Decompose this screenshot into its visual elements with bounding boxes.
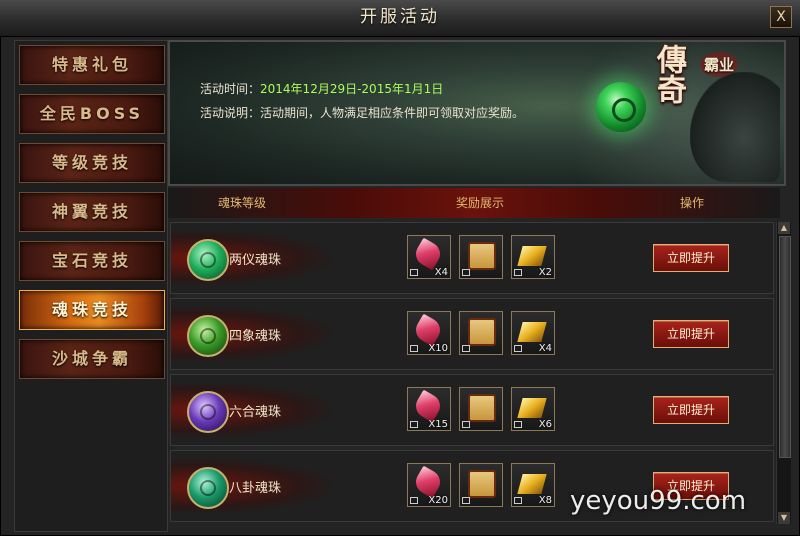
bind-icon [462, 269, 470, 276]
sidebar-item-label: 神翼竞技 [51, 202, 132, 221]
orb-name: 四象魂珠 [229, 329, 282, 344]
scrollbar-thumb[interactable] [779, 236, 791, 458]
gem-icon [411, 237, 445, 271]
activity-desc-value: 活动期间，人物满足相应条件即可领取对应奖励。 [260, 106, 525, 120]
reward-scroll[interactable] [459, 235, 503, 279]
bind-icon [514, 421, 522, 428]
reward-count: X4 [434, 267, 448, 278]
header-rewards: 奖励展示 [456, 196, 505, 210]
gem-icon [411, 465, 445, 499]
gem-icon [411, 389, 445, 423]
reward-gold[interactable]: X4 [511, 311, 555, 355]
sidebar-item-wing-contest[interactable]: 神翼竞技 [19, 192, 165, 232]
bind-icon [410, 269, 418, 276]
orb-name: 两仪魂珠 [229, 253, 282, 268]
table-row: 两仪魂珠 X4 X2 立即提升 [170, 222, 774, 294]
window-title: 开服活动 [360, 7, 440, 27]
reward-scroll[interactable] [459, 463, 503, 507]
sidebar: 特惠礼包 全民BOSS 等级竞技 神翼竞技 宝石竞技 魂珠竞技 沙城争霸 [14, 40, 168, 532]
table-row: 六合魂珠 X15 X6 立即提升 [170, 374, 774, 446]
reward-count: X20 [428, 495, 448, 506]
scroll-icon [468, 318, 496, 346]
activity-time-value: 2014年12月29日-2015年1月1日 [260, 82, 444, 96]
reward-count: X2 [538, 267, 552, 278]
title-bar: 开服活动 X [0, 0, 800, 37]
close-button[interactable]: X [770, 6, 792, 28]
sidebar-item-soul-orb-contest[interactable]: 魂珠竞技 [19, 290, 165, 330]
soul-orb-icon [187, 391, 229, 433]
reward-scroll[interactable] [459, 311, 503, 355]
scroll-up-icon[interactable]: ▲ [778, 222, 790, 234]
sidebar-item-label: 特惠礼包 [51, 55, 132, 74]
reward-gem[interactable]: X4 [407, 235, 451, 279]
orb-name: 六合魂珠 [229, 405, 282, 420]
gem-icon [411, 313, 445, 347]
scroll-icon [468, 242, 496, 270]
sidebar-item-castle-war[interactable]: 沙城争霸 [19, 339, 165, 379]
bind-icon [462, 345, 470, 352]
scroll-down-icon[interactable]: ▼ [778, 512, 790, 524]
sidebar-item-label: 魂珠竞技 [51, 300, 132, 319]
upgrade-button[interactable]: 立即提升 [653, 396, 729, 424]
reward-count: X8 [538, 495, 552, 506]
activity-banner: 傳奇 霸业 活动时间：2014年12月29日-2015年1月1日 活动说明：活动… [168, 40, 786, 186]
bind-icon [514, 269, 522, 276]
header-action: 操作 [680, 196, 705, 210]
activity-time: 活动时间：2014年12月29日-2015年1月1日 [200, 80, 443, 97]
scrollbar[interactable]: ▲ ▼ [776, 222, 791, 524]
bind-icon [462, 421, 470, 428]
soul-orb-icon [187, 239, 229, 281]
sidebar-item-special-gift[interactable]: 特惠礼包 [19, 45, 165, 85]
sidebar-item-label: 宝石竞技 [51, 251, 132, 270]
bind-icon [410, 421, 418, 428]
soul-orb-icon [187, 467, 229, 509]
reward-gold[interactable]: X8 [511, 463, 555, 507]
sidebar-item-level-contest[interactable]: 等级竞技 [19, 143, 165, 183]
activity-window: 开服活动 X 特惠礼包 全民BOSS 等级竞技 神翼竞技 宝石竞技 魂珠竞技 沙… [0, 0, 800, 536]
sidebar-item-label: 等级竞技 [51, 153, 132, 172]
sidebar-item-label: 沙城争霸 [51, 349, 132, 368]
gold-ingot-icon [517, 246, 547, 266]
reward-scroll[interactable] [459, 387, 503, 431]
sidebar-item-gem-contest[interactable]: 宝石竞技 [19, 241, 165, 281]
soul-orb-icon [596, 82, 646, 132]
bind-icon [410, 497, 418, 504]
table-header: 魂珠等级 奖励展示 操作 [168, 188, 780, 218]
gold-ingot-icon [517, 322, 547, 342]
game-logo: 傳奇 霸业 [648, 42, 758, 120]
bind-icon [514, 497, 522, 504]
scroll-icon [468, 470, 496, 498]
gold-ingot-icon [517, 474, 547, 494]
reward-gem[interactable]: X15 [407, 387, 451, 431]
header-level: 魂珠等级 [218, 196, 267, 210]
scroll-icon [468, 394, 496, 422]
activity-desc-label: 活动说明： [200, 106, 261, 120]
logo-subtext: 霸业 [700, 52, 739, 77]
upgrade-button[interactable]: 立即提升 [653, 244, 729, 272]
orb-name: 八卦魂珠 [229, 481, 282, 496]
reward-gold[interactable]: X6 [511, 387, 555, 431]
reward-count: X4 [538, 343, 552, 354]
bind-icon [462, 497, 470, 504]
reward-gold[interactable]: X2 [511, 235, 555, 279]
upgrade-button[interactable]: 立即提升 [653, 320, 729, 348]
reward-count: X10 [428, 343, 448, 354]
bind-icon [514, 345, 522, 352]
reward-count: X6 [538, 419, 552, 430]
activity-time-label: 活动时间： [200, 82, 261, 96]
reward-gem[interactable]: X10 [407, 311, 451, 355]
reward-count: X15 [428, 419, 448, 430]
sidebar-item-boss[interactable]: 全民BOSS [19, 94, 165, 134]
sidebar-item-label: 全民BOSS [39, 104, 145, 123]
watermark: yeyou99.com [570, 486, 747, 516]
table-row: 四象魂珠 X10 X4 立即提升 [170, 298, 774, 370]
activity-description: 活动说明：活动期间，人物满足相应条件即可领取对应奖励。 [200, 104, 524, 121]
logo-text: 傳奇 [651, 44, 686, 104]
bind-icon [410, 345, 418, 352]
soul-orb-icon [187, 315, 229, 357]
gold-ingot-icon [517, 398, 547, 418]
reward-gem[interactable]: X20 [407, 463, 451, 507]
